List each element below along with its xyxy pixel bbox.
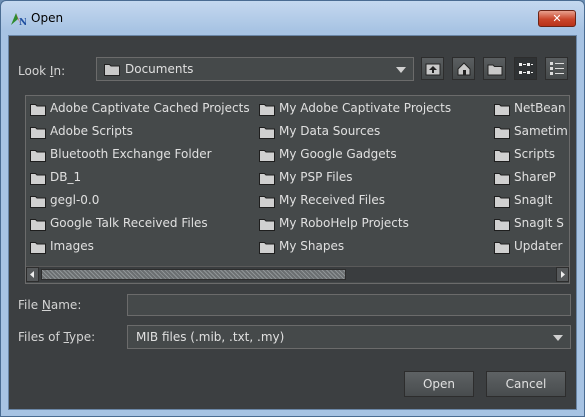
- chevron-down-icon: [553, 335, 563, 341]
- list-item-label: Adobe Captivate Cached Projects: [50, 101, 250, 115]
- folder-icon: [30, 150, 46, 162]
- chevron-left-icon: [30, 271, 34, 278]
- folder-icon: [30, 242, 46, 254]
- title-bar[interactable]: N Open ✕: [1, 1, 584, 35]
- folder-icon: [30, 127, 46, 139]
- list-item-label: Images: [50, 239, 94, 253]
- close-button[interactable]: ✕: [538, 10, 576, 27]
- file-list[interactable]: Adobe Captivate Cached Projects Adobe Scr…: [25, 95, 570, 284]
- list-item-label: Adobe Scripts: [50, 124, 133, 138]
- list-view-icon: [519, 63, 533, 74]
- list-item-label: Updater: [514, 239, 563, 253]
- folder-icon: [30, 173, 46, 185]
- file-type-value: MIB files (.mib, .txt, .my): [136, 330, 285, 344]
- folder-icon: [494, 242, 510, 254]
- file-type-label: Files of Type:: [18, 330, 96, 344]
- look-in-combo[interactable]: Documents: [96, 57, 414, 81]
- open-dialog: N Open ✕ Look In: Documents Adobe Captiv…: [0, 0, 585, 417]
- chevron-down-icon: [396, 67, 406, 73]
- look-in-value: Documents: [125, 62, 194, 76]
- folder-icon: [30, 219, 46, 231]
- folder-icon: [494, 150, 510, 162]
- new-folder-button[interactable]: [483, 57, 506, 80]
- scroll-left-button[interactable]: [26, 267, 39, 282]
- list-item-label: My Shapes: [279, 239, 345, 253]
- home-icon: [457, 62, 471, 76]
- folder-icon: [259, 173, 275, 185]
- dialog-body: Look In: Documents Adobe Captivate Cache…: [8, 35, 577, 410]
- details-view-button[interactable]: [545, 57, 568, 80]
- folder-icon: [259, 150, 275, 162]
- folder-icon: [494, 219, 510, 231]
- cancel-button[interactable]: Cancel: [486, 371, 566, 397]
- chevron-right-icon: [561, 271, 565, 278]
- new-folder-icon: [487, 64, 503, 76]
- list-item-label: My PSP Files: [279, 170, 353, 184]
- list-item-label: gegl-0.0: [50, 193, 100, 207]
- folder-icon: [494, 104, 510, 116]
- list-item-label: Sametim: [514, 124, 568, 138]
- folder-icon: [259, 127, 275, 139]
- list-item-label: SnagIt S: [514, 216, 564, 230]
- list-view-button[interactable]: [514, 57, 537, 80]
- folder-icon: [494, 127, 510, 139]
- list-item-label: DB_1: [50, 170, 82, 184]
- horizontal-scrollbar[interactable]: [26, 266, 569, 282]
- list-item-label: SnagIt: [514, 193, 553, 207]
- file-name-label: File Name:: [18, 298, 82, 312]
- list-item-label: Google Talk Received Files: [50, 216, 208, 230]
- folder-icon: [259, 219, 275, 231]
- home-button[interactable]: [452, 57, 475, 80]
- up-folder-icon: [425, 63, 441, 76]
- scroll-thumb[interactable]: [41, 269, 346, 280]
- window-title: Open: [31, 11, 64, 25]
- folder-icon: [494, 173, 510, 185]
- file-name-input[interactable]: [127, 294, 571, 316]
- list-item-label: My RoboHelp Projects: [279, 216, 409, 230]
- open-button[interactable]: Open: [404, 371, 474, 397]
- folder-icon: [259, 242, 275, 254]
- up-folder-button[interactable]: [421, 57, 444, 80]
- details-view-icon: [550, 62, 564, 75]
- folder-icon: [259, 104, 275, 116]
- list-item-label: My Adobe Captivate Projects: [279, 101, 452, 115]
- list-item-label: My Google Gadgets: [279, 147, 397, 161]
- scroll-right-button[interactable]: [556, 267, 569, 282]
- list-item-label: NetBean: [514, 101, 566, 115]
- look-in-label: Look In:: [18, 64, 66, 78]
- list-item-label: Scripts: [514, 147, 556, 161]
- app-logo-icon: N: [11, 13, 26, 27]
- list-item-label: My Received Files: [279, 193, 386, 207]
- list-item-label: My Data Sources: [279, 124, 381, 138]
- list-item-label: ShareP: [514, 170, 556, 184]
- file-type-combo[interactable]: MIB files (.mib, .txt, .my): [127, 325, 571, 349]
- svg-text:N: N: [19, 18, 26, 27]
- folder-icon: [494, 196, 510, 208]
- list-item-label: Bluetooth Exchange Folder: [50, 147, 212, 161]
- folder-icon: [259, 196, 275, 208]
- folder-icon: [30, 104, 46, 116]
- folder-icon: [30, 196, 46, 208]
- folder-icon: [104, 64, 120, 76]
